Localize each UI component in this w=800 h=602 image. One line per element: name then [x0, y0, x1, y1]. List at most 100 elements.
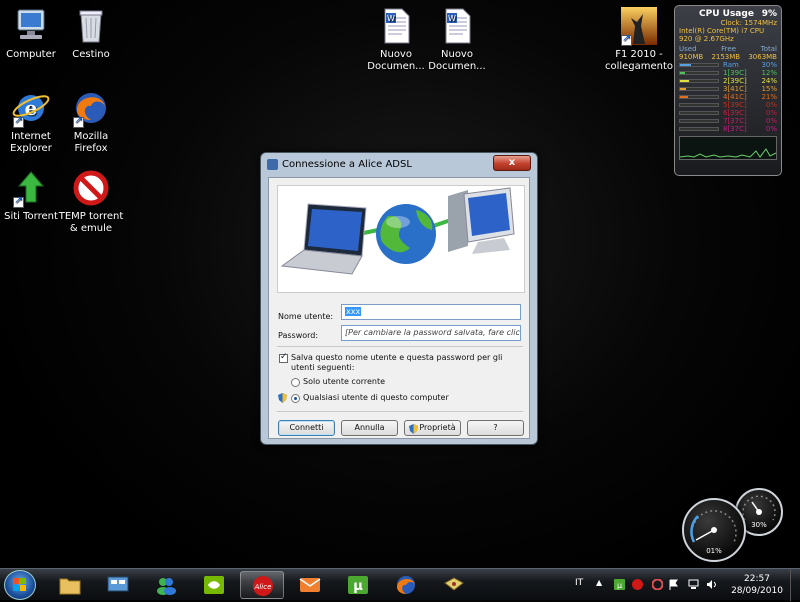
svg-text:W: W [448, 14, 456, 23]
any-user-radio[interactable] [291, 394, 300, 403]
uac-shield-icon [409, 424, 418, 434]
cpu-core-row: 3[41C] 15% [679, 85, 777, 93]
antivirus-tray-icon[interactable] [652, 579, 663, 590]
usage-bar [679, 111, 719, 115]
core-percent: 0% [765, 125, 777, 133]
cpu-core-row: 4[41C] 21% [679, 93, 777, 101]
any-user-label: Qualsiasi utente di questo computer [303, 393, 449, 402]
utorrent-tray-icon[interactable]: µ [614, 579, 625, 590]
close-button[interactable]: x [493, 155, 531, 171]
desktop-icon-label: Mozilla Firefox [73, 131, 109, 154]
taskbar-control-panel[interactable] [96, 571, 140, 599]
core-label: Ram [723, 61, 739, 69]
desktop-icon-recycle-bin[interactable]: Cestino [56, 6, 126, 61]
alice-tray-icon[interactable] [632, 579, 643, 590]
usage-bar [679, 79, 719, 83]
language-indicator[interactable]: IT [575, 578, 583, 588]
dialog-title: Connessione a Alice ADSL [282, 158, 412, 170]
cpu-core-row: 7[37C] 0% [679, 117, 777, 125]
cpu-core-row: Ram 30% [679, 61, 777, 69]
volume-icon[interactable] [706, 579, 717, 590]
cpu-name: Intel(R) Core(TM) i7 CPU 920 @ 2.67GHz [679, 27, 765, 43]
computer-icon [11, 6, 51, 46]
taskbar-mail[interactable] [288, 571, 332, 599]
properties-label: Proprietà [419, 423, 456, 432]
network-illustration [280, 187, 515, 275]
desktop-icon-label: Nuovo Documen... [428, 49, 486, 72]
desktop-icon-temp-torrent[interactable]: TEMP torrent & emule [56, 168, 126, 235]
taskbar-alice[interactable]: Alice [240, 571, 284, 599]
divider [277, 346, 523, 347]
cancel-button[interactable]: Annulla [341, 420, 398, 436]
taskbar-messenger[interactable] [144, 571, 188, 599]
memory-header: Total [760, 45, 777, 53]
help-button[interactable]: ? [467, 420, 524, 436]
show-desktop-button[interactable] [790, 569, 800, 601]
taskbar-clock[interactable]: 22:57 28/09/2010 [726, 573, 788, 597]
core-percent: 21% [761, 93, 777, 101]
usage-bar [679, 95, 719, 99]
svg-text:Alice: Alice [254, 583, 272, 591]
alice-icon: Alice [253, 576, 273, 596]
shortcut-arrow-icon [73, 115, 84, 128]
network-icon [267, 158, 278, 170]
memory-header: Free [721, 45, 737, 53]
core-percent: 24% [761, 77, 777, 85]
firefox-icon [397, 576, 415, 594]
uac-shield-icon [278, 393, 287, 403]
cpu-core-row: 1[39C] 12% [679, 69, 777, 77]
action-center-flag-icon[interactable] [668, 579, 679, 590]
cpu-usage-gadget[interactable]: CPU Usage 9% Clock: 1574MHz Intel(R) Cor… [674, 5, 782, 176]
taskbar: Alice µ IT ▲ µ 22:57 28/09/2010 [0, 568, 800, 601]
svg-text:µ: µ [617, 581, 622, 590]
memory-used: 910MB [679, 53, 704, 61]
taskbar-game[interactable] [432, 571, 476, 599]
desktop-icon-label: Computer [6, 49, 56, 60]
core-label: 3[41C] [723, 85, 747, 93]
game-logo-icon [444, 577, 464, 591]
usage-bar-fill [680, 88, 686, 90]
usage-bar-fill [680, 96, 688, 98]
memory-total: 3063MB [748, 53, 777, 61]
nvidia-icon [204, 576, 224, 594]
desktop-icon-f1-2010[interactable]: F1 2010 - collegamento [604, 6, 674, 73]
clock-date: 28/09/2010 [731, 586, 783, 596]
current-user-label: Solo utente corrente [303, 377, 386, 386]
globe-icon [376, 204, 436, 264]
memory-headers: Used Free Total [679, 45, 777, 53]
desktop-icon-nuovo-documento-2[interactable]: W Nuovo Documen... [422, 6, 492, 73]
save-credentials-checkbox[interactable] [279, 352, 288, 363]
usage-bar [679, 63, 719, 67]
memory-header: Used [679, 45, 697, 53]
taskbar-utorrent[interactable]: µ [336, 571, 380, 599]
current-user-radio[interactable] [291, 378, 300, 387]
password-input[interactable]: [Per cambiare la password salvata, fare … [341, 325, 521, 341]
usage-bar [679, 71, 719, 75]
cpu-meter-gadget[interactable]: 01% [682, 498, 746, 562]
usage-bar-fill [680, 64, 692, 66]
desktop-icon-nuovo-documento-1[interactable]: W Nuovo Documen... [361, 6, 431, 73]
username-input[interactable]: xxx [341, 304, 521, 320]
shortcut-arrow-icon [13, 115, 24, 128]
usage-bar-fill [680, 72, 685, 74]
memory-values: 910MB 2153MB 3063MB [679, 53, 777, 61]
network-tray-icon[interactable] [688, 579, 699, 590]
properties-button[interactable]: Proprietà [404, 420, 461, 436]
alice-adsl-connection-dialog[interactable]: Connessione a Alice ADSL x Nome utente: … [260, 152, 538, 445]
show-hidden-icons-chevron-icon[interactable]: ▲ [596, 578, 607, 589]
taskbar-explorer[interactable] [48, 571, 92, 599]
cpu-core-row: 8[37C] 0% [679, 125, 777, 133]
cpu-gadget-title: CPU Usage [699, 9, 754, 19]
desktop-icon-mozilla-firefox[interactable]: Mozilla Firefox [56, 88, 126, 155]
start-button[interactable] [4, 570, 36, 600]
connect-button[interactable]: Connetti [278, 420, 335, 436]
usage-bar [679, 87, 719, 91]
taskbar-nvidia[interactable] [192, 571, 236, 599]
usage-bar [679, 103, 719, 107]
cpu-gadget-header: CPU Usage 9% [679, 9, 777, 19]
desktop-icon-label: F1 2010 - collegamento [604, 49, 674, 72]
utorrent-icon: µ [348, 576, 368, 594]
taskbar-firefox[interactable] [384, 571, 428, 599]
core-label: 2[39C] [723, 77, 747, 85]
clock-time: 22:57 [744, 574, 770, 584]
